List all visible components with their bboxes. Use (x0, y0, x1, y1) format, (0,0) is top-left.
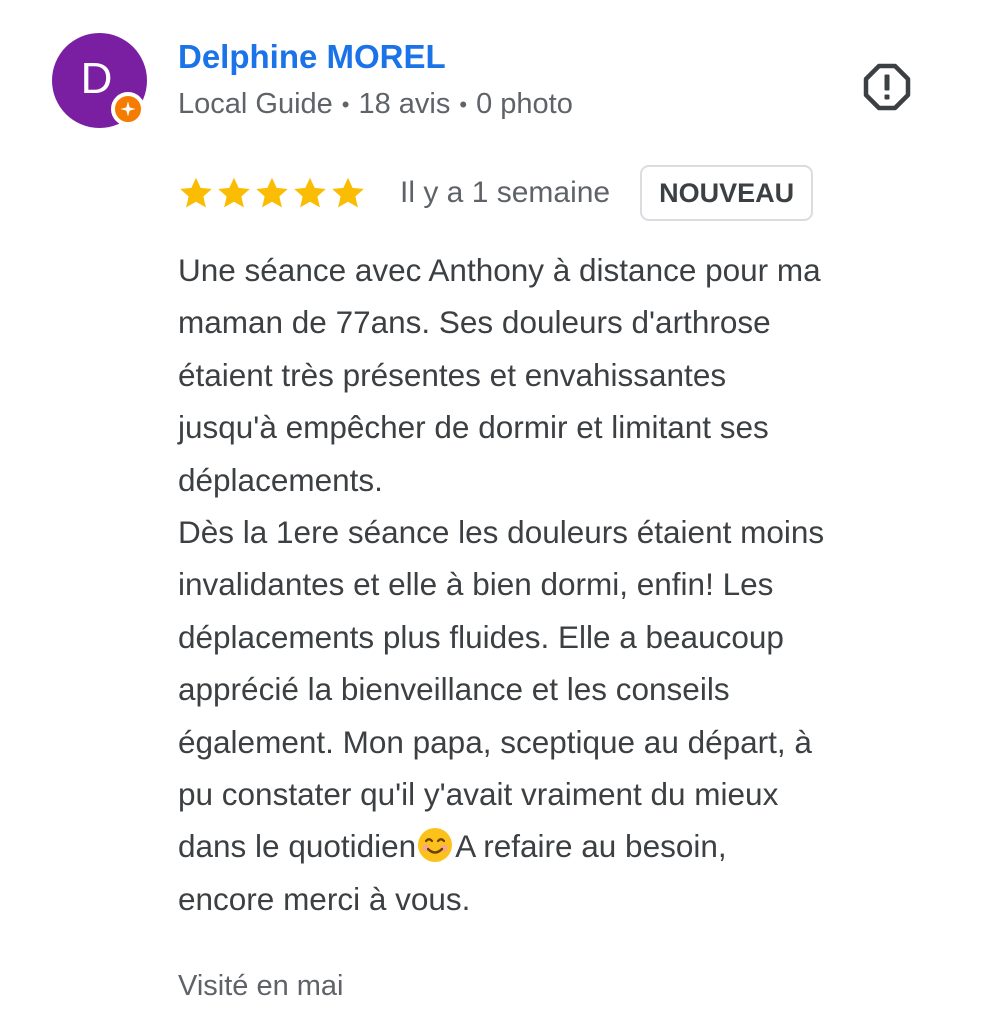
smiling-face-emoji-icon (418, 828, 453, 863)
meta-separator: • (341, 91, 350, 117)
review-line: jusqu'à empêcher de dormir et limitant s… (178, 409, 769, 446)
star-rating (178, 175, 366, 211)
review-line: Une séance avec Anthony à distance pour … (178, 252, 821, 288)
review-line: Dès la 1ere séance les douleurs étaient … (178, 514, 825, 551)
star-icon (218, 177, 250, 208)
rating-row: Il y a 1 semaine NOUVEAU (178, 163, 814, 223)
avatar-initial: D (80, 53, 113, 103)
review-line: apprécié la bienveillance et les conseil… (178, 671, 730, 708)
star-icon (294, 177, 326, 208)
report-flag-icon[interactable] (862, 62, 912, 112)
review-line: étaient très présentes et envahissantes (178, 356, 727, 393)
review-line: pu constater qu'il y'avait vraiment du m… (178, 776, 779, 813)
reviews-count: 18 avis (358, 88, 451, 120)
reviewer-name[interactable]: Delphine MOREL (178, 38, 446, 76)
review-line: maman de 77ans. Ses douleurs d'arthrose (178, 304, 771, 341)
review-line: également. Mon papa, sceptique au départ… (178, 723, 812, 760)
review-card: D Delphine MOREL Local Guide • 18 avis •… (0, 0, 1003, 1024)
local-guide-star-icon (111, 92, 145, 126)
review-line: encore merci à vous. (178, 880, 471, 917)
new-badge: NOUVEAU (640, 165, 814, 221)
star-icon (180, 177, 212, 208)
star-icon (256, 177, 288, 208)
star-icon (332, 177, 364, 208)
review-time: Il y a 1 semaine (400, 176, 611, 209)
review-text: Une séance avec Anthony à distance pour … (178, 244, 978, 925)
review-line: déplacements plus fluides. Elle a beauco… (178, 618, 784, 655)
review-line-part: A refaire au besoin, (455, 828, 727, 865)
reviewer-role: Local Guide (178, 88, 333, 120)
meta-separator: • (459, 91, 468, 117)
visited-date: Visité en mai (178, 970, 344, 1002)
reviewer-meta: Local Guide • 18 avis • 0 photo (178, 88, 573, 121)
review-line-part: dans le quotidien (178, 828, 417, 865)
photos-count: 0 photo (476, 88, 573, 120)
review-line-with-emoji: dans le quotidien A refaire au besoin, (178, 820, 978, 872)
review-line: déplacements. (178, 461, 383, 498)
review-line: invalidantes et elle à bien dormi, enfin… (178, 566, 774, 603)
